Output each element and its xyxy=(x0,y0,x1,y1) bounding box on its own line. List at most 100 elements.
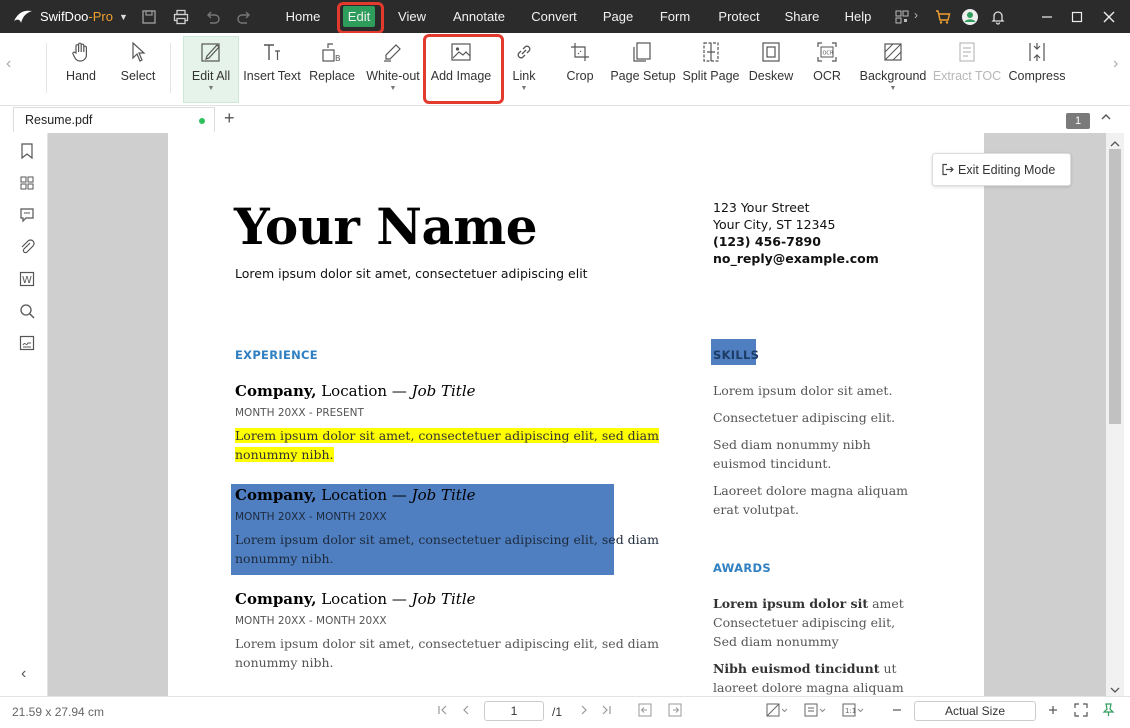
pin-icon[interactable] xyxy=(1101,703,1115,720)
page-layout-icon[interactable] xyxy=(766,703,788,720)
search-icon[interactable] xyxy=(17,301,37,321)
link-dropdown-icon[interactable]: ▼ xyxy=(521,85,528,92)
bookmark-icon[interactable] xyxy=(17,141,37,161)
background-button[interactable]: Background ▼ xyxy=(858,37,928,101)
attachment-icon[interactable] xyxy=(17,237,37,257)
deskew-button[interactable]: Deskew xyxy=(747,37,795,101)
compress-button[interactable]: Compress xyxy=(1006,37,1068,101)
menu-more-chevron-icon[interactable]: › xyxy=(914,8,918,22)
job-1-heading[interactable]: Company, Location — Job Title xyxy=(235,382,476,400)
skill-item[interactable]: Laoreet dolore magna aliquam xyxy=(713,481,908,500)
hand-tool-button[interactable]: Hand xyxy=(58,37,104,101)
pdf-page[interactable]: Your Name Lorem ipsum dolor sit amet, co… xyxy=(168,133,1071,696)
award-line[interactable]: Consectetuer adipiscing elit, xyxy=(713,613,904,632)
job-3-dates[interactable]: MONTH 20XX - MONTH 20XX xyxy=(235,615,387,627)
award-line[interactable]: Sed diam nonummy xyxy=(713,632,904,651)
email[interactable]: no_reply@example.com xyxy=(713,250,879,267)
menu-form[interactable]: Form xyxy=(655,0,695,33)
menu-page[interactable]: Page xyxy=(598,0,638,33)
job-1-dates[interactable]: MONTH 20XX - PRESENT xyxy=(235,407,364,419)
cart-icon[interactable] xyxy=(933,7,953,27)
menu-annotate[interactable]: Annotate xyxy=(448,0,510,33)
last-page-icon[interactable] xyxy=(600,704,612,719)
link-button[interactable]: Link ▼ xyxy=(506,37,542,101)
view-mode-icon[interactable] xyxy=(804,703,826,720)
ribbon-scroll-left-icon[interactable]: ‹ xyxy=(6,55,11,73)
select-tool-button[interactable]: Select xyxy=(116,37,160,101)
awards-heading[interactable]: AWARDS xyxy=(713,561,771,575)
award-item[interactable]: Lorem ipsum dolor sit amet xyxy=(713,594,904,613)
maximize-icon[interactable] xyxy=(1062,0,1092,33)
job-2-dates[interactable]: MONTH 20XX - MONTH 20XX xyxy=(235,511,387,523)
background-dropdown-icon[interactable]: ▼ xyxy=(890,85,897,92)
split-page-button[interactable]: Split Page xyxy=(682,37,740,101)
page-number-input[interactable]: 1 xyxy=(484,701,544,721)
fullscreen-icon[interactable] xyxy=(1074,703,1088,720)
signature-icon[interactable] xyxy=(17,333,37,353)
menu-view[interactable]: View xyxy=(390,0,434,33)
zoom-level-select[interactable]: Actual Size xyxy=(914,701,1036,721)
edit-all-button[interactable]: Edit All ▼ xyxy=(183,36,239,103)
qr-code-icon[interactable] xyxy=(892,7,912,27)
replace-button[interactable]: B Replace xyxy=(308,37,356,101)
resume-tagline[interactable]: Lorem ipsum dolor sit amet, consectetuer… xyxy=(235,266,588,281)
notification-bell-icon[interactable] xyxy=(988,7,1008,27)
collapse-ribbon-icon[interactable] xyxy=(1100,111,1112,126)
white-out-dropdown-icon[interactable]: ▼ xyxy=(390,85,397,92)
sidebar-collapse-icon[interactable]: ‹ xyxy=(21,665,26,683)
vertical-scrollbar[interactable] xyxy=(1106,133,1124,696)
previous-view-icon[interactable] xyxy=(638,703,652,720)
app-menu-caret-icon[interactable]: ▼ xyxy=(119,12,128,22)
job-1-description[interactable]: Lorem ipsum dolor sit amet, consectetuer… xyxy=(235,426,659,464)
menu-home[interactable]: Home xyxy=(278,0,328,33)
ocr-button[interactable]: OCR OCR xyxy=(808,37,846,101)
job-3-description[interactable]: Lorem ipsum dolor sit amet, consectetuer… xyxy=(235,634,659,672)
skill-item-continued[interactable]: euismod tincidunt. xyxy=(713,454,908,473)
next-page-icon[interactable] xyxy=(578,704,590,719)
skill-item[interactable]: Consectetuer adipiscing elit. xyxy=(713,408,908,427)
phone[interactable]: (123) 456-7890 xyxy=(713,233,879,250)
tab-resume-pdf[interactable]: Resume.pdf xyxy=(13,107,215,132)
first-page-icon[interactable] xyxy=(437,704,449,719)
award-item[interactable]: Nibh euismod tincidunt ut xyxy=(713,659,904,678)
ribbon-scroll-right-icon[interactable]: › xyxy=(1113,55,1118,73)
minimize-icon[interactable] xyxy=(1032,0,1062,33)
job-2-description[interactable]: Lorem ipsum dolor sit amet, consectetuer… xyxy=(235,530,659,568)
add-tab-button[interactable]: + xyxy=(224,108,235,129)
print-icon[interactable] xyxy=(171,7,191,27)
fit-options-icon[interactable]: 1:1 xyxy=(842,703,864,720)
word-count-icon[interactable]: W xyxy=(17,269,37,289)
experience-heading[interactable]: EXPERIENCE xyxy=(235,348,318,362)
crop-button[interactable]: Crop xyxy=(560,37,600,101)
job-2-heading[interactable]: Company, Location — Job Title xyxy=(235,486,476,504)
extract-toc-button[interactable]: Extract TOC xyxy=(933,37,1001,101)
menu-share[interactable]: Share xyxy=(782,0,822,33)
menu-convert[interactable]: Convert xyxy=(526,0,582,33)
skill-item-continued[interactable]: erat volutpat. xyxy=(713,500,908,519)
account-icon[interactable] xyxy=(960,7,980,27)
previous-page-icon[interactable] xyxy=(460,704,472,719)
skills-heading[interactable]: SKILLS xyxy=(713,348,759,362)
scroll-down-icon[interactable] xyxy=(1110,683,1120,697)
address-line-1[interactable]: 123 Your Street xyxy=(713,199,879,216)
insert-text-button[interactable]: Insert Text xyxy=(243,37,301,101)
award-line[interactable]: laoreet dolore magna aliquam xyxy=(713,678,904,696)
resume-name[interactable]: Your Name xyxy=(234,197,538,256)
zoom-in-icon[interactable] xyxy=(1047,704,1059,719)
skill-item[interactable]: Sed diam nonummy nibh xyxy=(713,435,908,454)
address-line-2[interactable]: Your City, ST 12345 xyxy=(713,216,879,233)
job-3-heading[interactable]: Company, Location — Job Title xyxy=(235,590,476,608)
exit-editing-mode-button[interactable]: Exit Editing Mode xyxy=(932,153,1071,186)
zoom-out-icon[interactable] xyxy=(891,704,903,719)
menu-help[interactable]: Help xyxy=(840,0,876,33)
document-canvas[interactable]: Your Name Lorem ipsum dolor sit amet, co… xyxy=(48,133,1106,696)
scrollbar-thumb[interactable] xyxy=(1109,149,1121,424)
page-setup-button[interactable]: Page Setup xyxy=(610,37,676,101)
white-out-button[interactable]: White-out ▼ xyxy=(362,37,424,101)
close-icon[interactable] xyxy=(1094,0,1124,33)
skill-item[interactable]: Lorem ipsum dolor sit amet. xyxy=(713,381,908,400)
thumbnails-icon[interactable] xyxy=(17,173,37,193)
menu-protect[interactable]: Protect xyxy=(712,0,766,33)
next-view-icon[interactable] xyxy=(668,703,682,720)
save-icon[interactable] xyxy=(139,7,159,27)
